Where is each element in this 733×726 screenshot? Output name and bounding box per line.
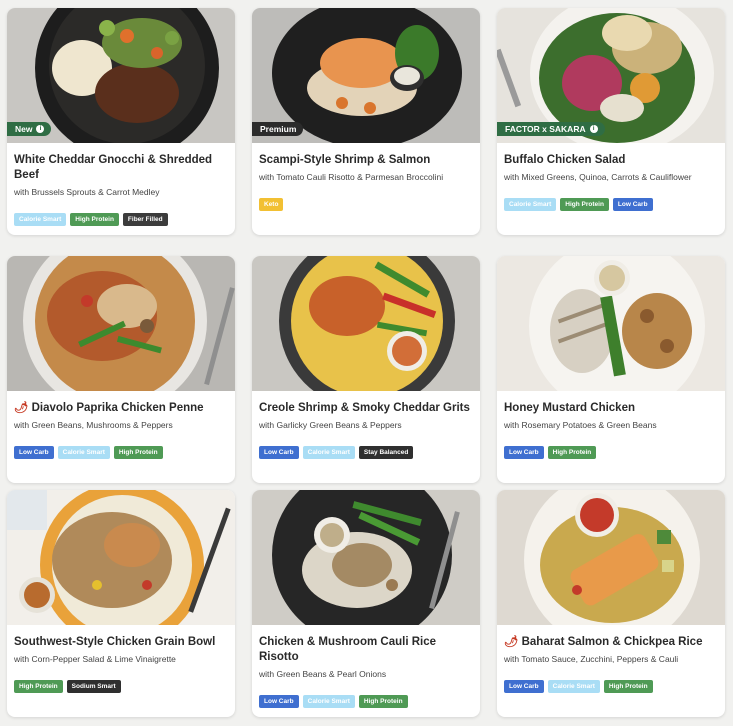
tag-list: Low Carb Calorie Smart High Protein <box>259 695 408 708</box>
meal-title[interactable]: 🌶 Diavolo Paprika Chicken Penne <box>14 401 228 416</box>
meal-title[interactable]: Chicken & Mushroom Cauli Rice Risotto <box>259 635 473 664</box>
tag-calorie-smart: Calorie Smart <box>504 198 557 211</box>
meal-photo <box>252 490 480 625</box>
tag-low-carb: Low Carb <box>259 446 299 459</box>
meal-card[interactable]: Creole Shrimp & Smoky Cheddar Grits with… <box>252 256 480 483</box>
tag-high-protein: High Protein <box>70 213 119 226</box>
tag-sodium-smart: Sodium Smart <box>66 680 121 693</box>
tag-calorie-smart: Calorie Smart <box>302 695 355 708</box>
tag-stay-balanced: Stay Balanced <box>358 446 414 459</box>
tag-high-protein: High Protein <box>358 695 408 708</box>
meal-title[interactable]: Buffalo Chicken Salad <box>504 153 718 168</box>
meal-title[interactable]: Southwest-Style Chicken Grain Bowl <box>14 635 228 650</box>
tag-list: Low Carb Calorie Smart Stay Balanced <box>259 446 414 459</box>
meal-card[interactable]: New i White Cheddar Gnocchi & Shredded Be… <box>7 8 235 235</box>
meal-card[interactable]: Chicken & Mushroom Cauli Rice Risotto wi… <box>252 490 480 717</box>
meal-photo <box>7 256 235 391</box>
meal-subtitle: with Brussels Sprouts & Carrot Medley <box>14 187 160 197</box>
tag-low-carb: Low Carb <box>504 446 544 459</box>
partner-badge: FACTOR x SAKARA i <box>497 122 605 136</box>
tag-calorie-smart: Calorie Smart <box>302 446 355 459</box>
meal-title[interactable]: Creole Shrimp & Smoky Cheddar Grits <box>259 401 473 416</box>
new-badge: New i <box>7 122 52 136</box>
meal-subtitle: with Mixed Greens, Quinoa, Carrots & Cau… <box>504 172 692 182</box>
meal-photo <box>497 490 725 625</box>
meal-title[interactable]: Honey Mustard Chicken <box>504 401 718 416</box>
meal-photo <box>252 256 480 391</box>
tag-fiber-filled: Fiber Filled <box>122 213 168 226</box>
meal-subtitle: with Green Beans, Mushrooms & Peppers <box>14 420 173 430</box>
tag-list: Calorie Smart High Protein Low Carb <box>504 198 653 211</box>
meal-card[interactable]: Southwest-Style Chicken Grain Bowl with … <box>7 490 235 717</box>
meal-subtitle: with Green Beans & Pearl Onions <box>259 669 387 679</box>
meal-card[interactable]: 🌶 Diavolo Paprika Chicken Penne with Gree… <box>7 256 235 483</box>
premium-badge: Premium <box>252 122 304 136</box>
tag-calorie-smart: Calorie Smart <box>14 213 67 226</box>
tag-low-carb: Low Carb <box>504 680 544 693</box>
tag-high-protein: High Protein <box>14 680 63 693</box>
meal-card[interactable]: Premium Scampi-Style Shrimp & Salmon wit… <box>252 8 480 235</box>
tag-high-protein: High Protein <box>603 680 653 693</box>
meal-photo <box>7 490 235 625</box>
tag-low-carb: Low Carb <box>612 198 653 211</box>
tag-list: Low Carb Calorie Smart High Protein <box>504 680 653 693</box>
meal-subtitle: with Garlicky Green Beans & Peppers <box>259 420 402 430</box>
tag-low-carb: Low Carb <box>14 446 54 459</box>
tag-high-protein: High Protein <box>547 446 597 459</box>
meal-title[interactable]: 🌶 Baharat Salmon & Chickpea Rice <box>504 635 718 650</box>
tag-calorie-smart: Calorie Smart <box>57 446 110 459</box>
info-icon[interactable]: i <box>36 125 45 133</box>
meal-title[interactable]: Scampi-Style Shrimp & Salmon <box>259 153 473 168</box>
tag-keto: Keto <box>259 198 284 211</box>
meal-subtitle: with Tomato Cauli Risotto & Parmesan Bro… <box>259 172 444 182</box>
tag-list: Low Carb Calorie Smart High Protein <box>14 446 163 459</box>
meal-subtitle: with Corn-Pepper Salad & Lime Vinaigrett… <box>14 654 176 664</box>
tag-list: Calorie Smart High Protein Fiber Filled <box>14 213 168 226</box>
meal-photo <box>497 256 725 391</box>
info-icon[interactable]: i <box>589 125 598 133</box>
tag-list: Low Carb High Protein <box>504 446 597 459</box>
meal-card[interactable]: FACTOR x SAKARA i Buffalo Chicken Salad w… <box>497 8 725 235</box>
meal-title[interactable]: White Cheddar Gnocchi & Shredded Beef <box>14 153 228 182</box>
tag-low-carb: Low Carb <box>259 695 299 708</box>
tag-calorie-smart: Calorie Smart <box>547 680 600 693</box>
chili-pepper-icon: 🌶 <box>14 402 29 414</box>
meal-card[interactable]: Honey Mustard Chicken with Rosemary Pota… <box>497 256 725 483</box>
meal-subtitle: with Tomato Sauce, Zucchini, Peppers & C… <box>504 654 679 664</box>
tag-list: High Protein Sodium Smart <box>14 680 121 693</box>
tag-list: Keto <box>259 198 284 211</box>
meal-card[interactable]: 🌶 Baharat Salmon & Chickpea Rice with Tom… <box>497 490 725 717</box>
chili-pepper-icon: 🌶 <box>504 636 519 648</box>
meal-subtitle: with Rosemary Potatoes & Green Beans <box>504 420 657 430</box>
tag-high-protein: High Protein <box>560 198 609 211</box>
tag-high-protein: High Protein <box>113 446 163 459</box>
